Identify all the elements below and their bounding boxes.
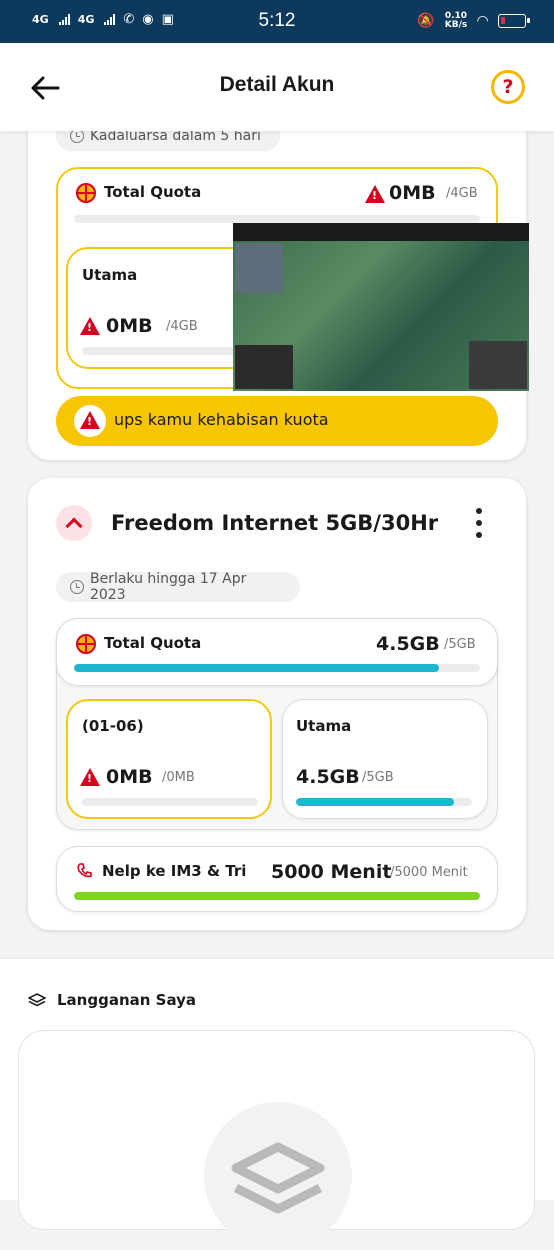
utama-label-1: Utama — [82, 266, 138, 284]
warning-icon — [80, 411, 100, 429]
validity-text: Berlaku hingga 17 Apr 2023 — [89, 571, 247, 603]
sub-quota-bar-fill-2 — [296, 798, 455, 806]
out-of-quota-banner: ups kamu kehabisan kuota — [56, 396, 498, 446]
floating-video-player[interactable] — [233, 223, 529, 391]
subscriptions-title: Langganan Saya — [57, 991, 197, 1009]
video-camera-right — [469, 341, 527, 389]
warning-icon — [80, 768, 100, 786]
clock-icon — [70, 129, 84, 143]
total-quota-value-2: 4.5GB — [376, 633, 440, 655]
total-quota-label-1: Total Quota — [104, 183, 202, 201]
sub-quota-label-2: Utama — [296, 717, 352, 735]
total-quota-bar-fill-2 — [74, 664, 440, 672]
empty-state-circle — [204, 1102, 352, 1250]
mute-bell-icon: 🔕 — [417, 13, 435, 29]
total-quota-max-1: /4GB — [446, 186, 478, 201]
sub-quota-max-1: /0MB — [162, 770, 195, 785]
total-quota-value-1: 0MB — [389, 182, 436, 204]
sub-quota-value-2: 4.5GB — [296, 766, 360, 788]
total-quota-max-2: /5GB — [444, 637, 476, 652]
warning-icon — [365, 185, 385, 203]
globe-icon — [76, 183, 96, 203]
app-header: Detail Akun ? — [0, 43, 554, 131]
wifi-icon: ◠ — [477, 13, 488, 29]
sub-quota-label-1: (01-06) — [82, 717, 144, 735]
validity-pill: Berlaku hingga 17 Apr 2023 — [56, 571, 300, 603]
network-speed: 0.10 KB/s — [445, 12, 467, 30]
video-minimap — [235, 243, 283, 293]
phone-icon — [77, 863, 92, 878]
battery-icon — [498, 14, 530, 28]
banner-text: ups kamu kehabisan kuota — [114, 410, 329, 429]
video-camera-left — [235, 345, 293, 389]
warning-icon — [80, 317, 100, 335]
call-quota-bar-fill — [74, 892, 480, 900]
package-name: Freedom Internet 5GB/30Hr — [111, 511, 439, 535]
warning-circle — [74, 405, 106, 437]
collapse-chevron-icon[interactable] — [56, 505, 92, 541]
status-right: 🔕 0.10 KB/s ◠ — [417, 12, 530, 30]
page-title: Detail Akun — [219, 73, 335, 96]
help-icon[interactable]: ? — [491, 70, 525, 104]
sub-quota-max-2: /5GB — [362, 770, 394, 785]
more-options-icon[interactable] — [474, 508, 484, 542]
clock-icon — [70, 580, 84, 594]
call-quota-label: Nelp ke IM3 & Tri — [102, 862, 247, 880]
sub-quota-bar-2 — [296, 798, 472, 806]
utama-max-1: /4GB — [166, 319, 198, 334]
status-bar: 4G 4G ✆ ◉ ▣ 5:12 🔕 0.10 KB/s ◠ — [0, 0, 554, 43]
call-quota-bar — [74, 892, 480, 900]
call-quota-max: /5000 Menit — [390, 865, 468, 880]
empty-layers-icon — [231, 1142, 325, 1214]
total-quota-bar-2 — [74, 664, 480, 672]
speed-unit: KB/s — [444, 20, 468, 30]
total-quota-bar-1 — [74, 215, 480, 223]
globe-icon — [76, 634, 96, 654]
sub-quota-bar-1 — [82, 798, 258, 806]
video-hud — [233, 223, 529, 241]
utama-value-1: 0MB — [106, 315, 153, 337]
sub-quota-value-1: 0MB — [106, 766, 153, 788]
layers-icon — [28, 993, 46, 1007]
total-quota-label-2: Total Quota — [104, 634, 202, 652]
call-quota-value: 5000 Menit — [271, 861, 392, 883]
